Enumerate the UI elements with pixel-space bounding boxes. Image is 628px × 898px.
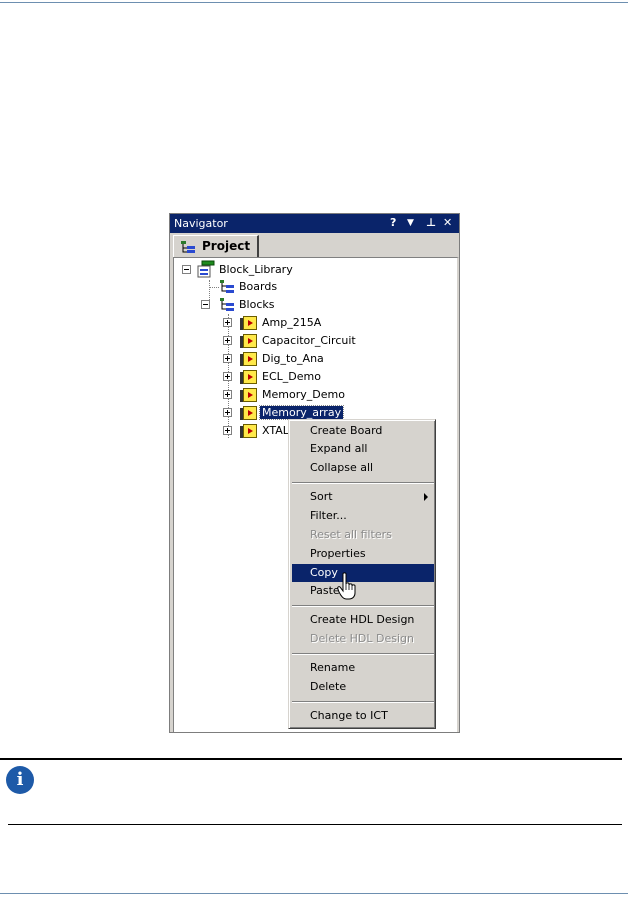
block-icon [243, 370, 257, 384]
menu-label: Change to ICT [310, 709, 388, 722]
block-icon [243, 352, 257, 366]
help-icon[interactable]: ? [390, 216, 396, 229]
menu-separator [292, 482, 434, 484]
menu-label: Create HDL Design [310, 613, 415, 626]
note-top-rule [0, 758, 622, 760]
menu-item-create-board[interactable]: Create Board [292, 422, 434, 440]
menu-item-collapse-all[interactable]: Collapse all [292, 459, 434, 477]
tree-item-label: Capacitor_Circuit [262, 334, 356, 347]
menu-item-delete-hdl-design: Delete HDL Design [292, 630, 434, 648]
tree-label-boards: Boards [239, 280, 278, 293]
menu-label: Rename [310, 661, 356, 674]
tree-connector [209, 287, 219, 288]
menu-item-change-to-ict[interactable]: Change to ICT [292, 707, 434, 725]
expand-icon[interactable] [223, 408, 232, 417]
close-icon[interactable]: ✕ [443, 216, 452, 229]
expand-icon[interactable] [223, 390, 232, 399]
menu-item-rename[interactable]: Rename [292, 659, 434, 677]
block-icon [243, 388, 257, 402]
block-icon [243, 316, 257, 330]
menu-label: Collapse all [310, 461, 374, 474]
collapse-icon[interactable] [182, 265, 191, 274]
menu-item-delete[interactable]: Delete [292, 678, 434, 696]
project-tree-icon [181, 241, 195, 253]
menu-item-create-hdl-design[interactable]: Create HDL Design [292, 611, 434, 629]
menu-separator [292, 605, 434, 607]
block-icon [243, 406, 257, 420]
pin-icon[interactable]: ⊥ [426, 216, 436, 229]
tree-item-label: Memory_Demo [262, 388, 345, 401]
expand-icon[interactable] [223, 426, 232, 435]
menu-item-filter[interactable]: Filter... [292, 507, 434, 525]
context-menu: Create Board Expand all Collapse all Sor… [288, 419, 436, 729]
submenu-arrow-icon [424, 493, 428, 501]
menu-item-sort[interactable]: Sort [292, 488, 434, 506]
navigator-title: Navigator [174, 217, 228, 230]
tabstrip: Project [170, 233, 459, 258]
tree-item-label: Dig_to_Ana [262, 352, 324, 365]
tab-project[interactable]: Project [173, 235, 259, 258]
info-icon: i [6, 766, 34, 794]
hand-cursor-icon [337, 572, 356, 600]
expand-icon[interactable] [223, 318, 232, 327]
menu-label: Filter... [310, 509, 347, 522]
navigator-titlebar[interactable]: Navigator ? ▼ ⊥ ✕ [170, 214, 459, 233]
menu-label: Sort [310, 490, 333, 503]
block-icon [243, 424, 257, 438]
menu-separator [292, 701, 434, 703]
menu-label: Expand all [310, 442, 368, 455]
library-icon [197, 260, 215, 278]
tab-project-label: Project [202, 239, 251, 253]
tree-label-root: Block_Library [219, 263, 293, 276]
tree-label-blocks: Blocks [239, 298, 275, 311]
tree-item-label: XTAL [262, 424, 289, 437]
menu-item-properties[interactable]: Properties [292, 545, 434, 563]
tree-item-label: Memory_array [258, 405, 345, 420]
expand-icon[interactable] [223, 354, 232, 363]
menu-separator [292, 653, 434, 655]
expand-icon[interactable] [223, 372, 232, 381]
menu-label: Properties [310, 547, 366, 560]
menu-item-copy[interactable]: Copy [292, 564, 434, 582]
boards-icon [220, 280, 234, 293]
expand-icon[interactable] [223, 336, 232, 345]
menu-label: Copy [310, 566, 338, 579]
menu-item-paste[interactable]: Paste [292, 582, 434, 600]
collapse-icon[interactable] [201, 300, 210, 309]
menu-label: Reset all filters [310, 528, 392, 541]
menu-label: Delete HDL Design [310, 632, 414, 645]
tree-item-label: Amp_215A [262, 316, 322, 329]
page-footer-rule [0, 893, 628, 894]
menu-item-expand-all[interactable]: Expand all [292, 440, 434, 458]
tree-item-label: ECL_Demo [262, 370, 321, 383]
dropdown-icon[interactable]: ▼ [407, 218, 414, 228]
note-bottom-rule [8, 824, 622, 825]
block-icon [243, 334, 257, 348]
info-icon-glyph: i [16, 769, 24, 790]
blocks-icon [220, 298, 234, 311]
menu-label: Delete [310, 680, 347, 693]
menu-label: Paste [310, 584, 340, 597]
page-header-rule [0, 2, 628, 3]
menu-label: Create Board [310, 424, 383, 437]
menu-item-reset-all-filters: Reset all filters [292, 526, 434, 544]
